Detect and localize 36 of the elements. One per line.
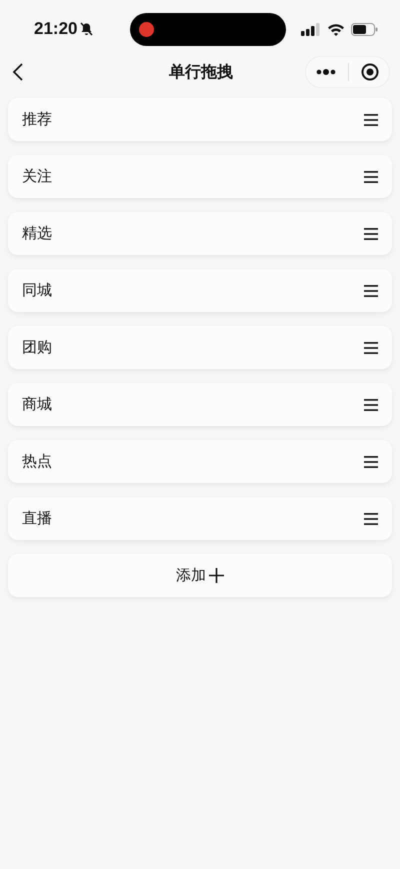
- list-item[interactable]: 商城: [8, 383, 392, 426]
- list-item[interactable]: 关注: [8, 155, 392, 198]
- signal-icon: [301, 22, 321, 36]
- close-target-icon[interactable]: [361, 63, 379, 81]
- add-button[interactable]: 添加: [8, 554, 392, 597]
- drag-handle-icon[interactable]: [364, 114, 378, 126]
- item-label: 商城: [22, 395, 52, 414]
- list-item[interactable]: 同城: [8, 269, 392, 312]
- page-title: 单行拖拽: [169, 62, 233, 82]
- item-label: 直播: [22, 509, 52, 528]
- plus-icon: [209, 568, 224, 583]
- drag-handle-icon[interactable]: [364, 170, 378, 182]
- item-label: 推荐: [22, 110, 52, 129]
- drag-handle-icon[interactable]: [364, 398, 378, 410]
- bell-muted-icon: [80, 22, 94, 36]
- item-label: 精选: [22, 224, 52, 243]
- recording-dot: [138, 22, 154, 36]
- list-item[interactable]: 热点: [8, 440, 392, 483]
- list-item[interactable]: 推荐: [8, 98, 392, 141]
- drag-handle-icon[interactable]: [364, 512, 378, 524]
- item-label: 同城: [22, 281, 52, 300]
- list-item[interactable]: 团购: [8, 326, 392, 369]
- drag-handle-icon[interactable]: [364, 342, 378, 354]
- wifi-icon: [327, 22, 345, 36]
- drag-handle-icon[interactable]: [364, 456, 378, 468]
- back-button[interactable]: [12, 63, 24, 81]
- item-label: 关注: [22, 167, 52, 186]
- list-item[interactable]: 直播: [8, 497, 392, 540]
- drag-handle-icon[interactable]: [364, 284, 378, 296]
- item-label: 团购: [22, 338, 52, 357]
- status-time: 21:20: [34, 19, 78, 39]
- battery-icon: [351, 22, 378, 36]
- more-icon[interactable]: [316, 69, 336, 75]
- drag-handle-icon[interactable]: [364, 228, 378, 240]
- list-item[interactable]: 精选: [8, 212, 392, 255]
- item-label: 热点: [22, 452, 52, 471]
